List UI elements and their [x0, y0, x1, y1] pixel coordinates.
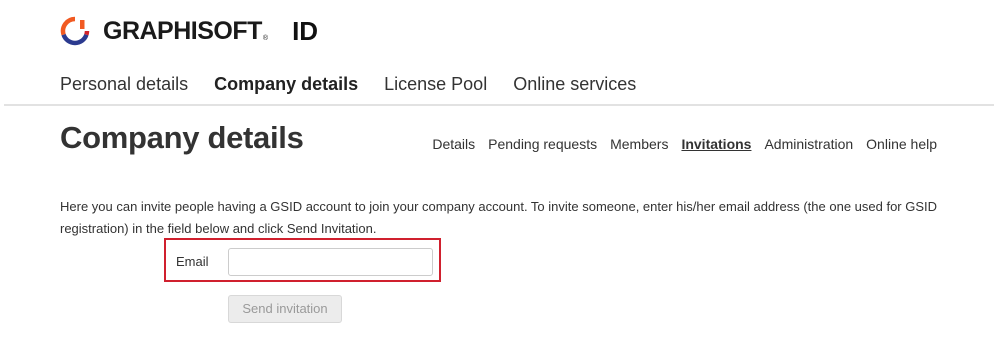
nav-item-online-services[interactable]: Online services: [513, 74, 636, 95]
sub-nav-pending-requests[interactable]: Pending requests: [488, 136, 597, 152]
page-title: Company details: [60, 120, 304, 155]
sub-nav-administration[interactable]: Administration: [764, 136, 853, 152]
sub-nav-members[interactable]: Members: [610, 136, 668, 152]
main-nav: Personal details Company details License…: [60, 74, 662, 95]
sub-nav-invitations[interactable]: Invitations: [681, 136, 751, 152]
email-input[interactable]: [228, 248, 433, 276]
page: GRAPHISOFT ® ID Personal details Company…: [0, 0, 999, 340]
invitation-description: Here you can invite people having a GSID…: [60, 199, 938, 236]
brand-name: GRAPHISOFT: [103, 16, 262, 45]
sub-nav-details[interactable]: Details: [432, 136, 475, 152]
nav-item-company-details[interactable]: Company details: [214, 74, 358, 95]
nav-item-personal-details[interactable]: Personal details: [60, 74, 188, 95]
id-label: ID: [292, 15, 319, 46]
trademark-symbol: ®: [262, 35, 269, 42]
sub-nav: Details Pending requests Members Invitat…: [419, 136, 937, 152]
send-invitation-button[interactable]: Send invitation: [228, 295, 342, 323]
email-label: Email: [176, 254, 209, 269]
graphisoft-logo-icon[interactable]: [60, 16, 90, 46]
header: GRAPHISOFT ® ID: [60, 14, 318, 48]
sub-nav-online-help[interactable]: Online help: [866, 136, 937, 152]
nav-divider: [4, 104, 994, 106]
nav-item-license-pool[interactable]: License Pool: [384, 74, 487, 95]
